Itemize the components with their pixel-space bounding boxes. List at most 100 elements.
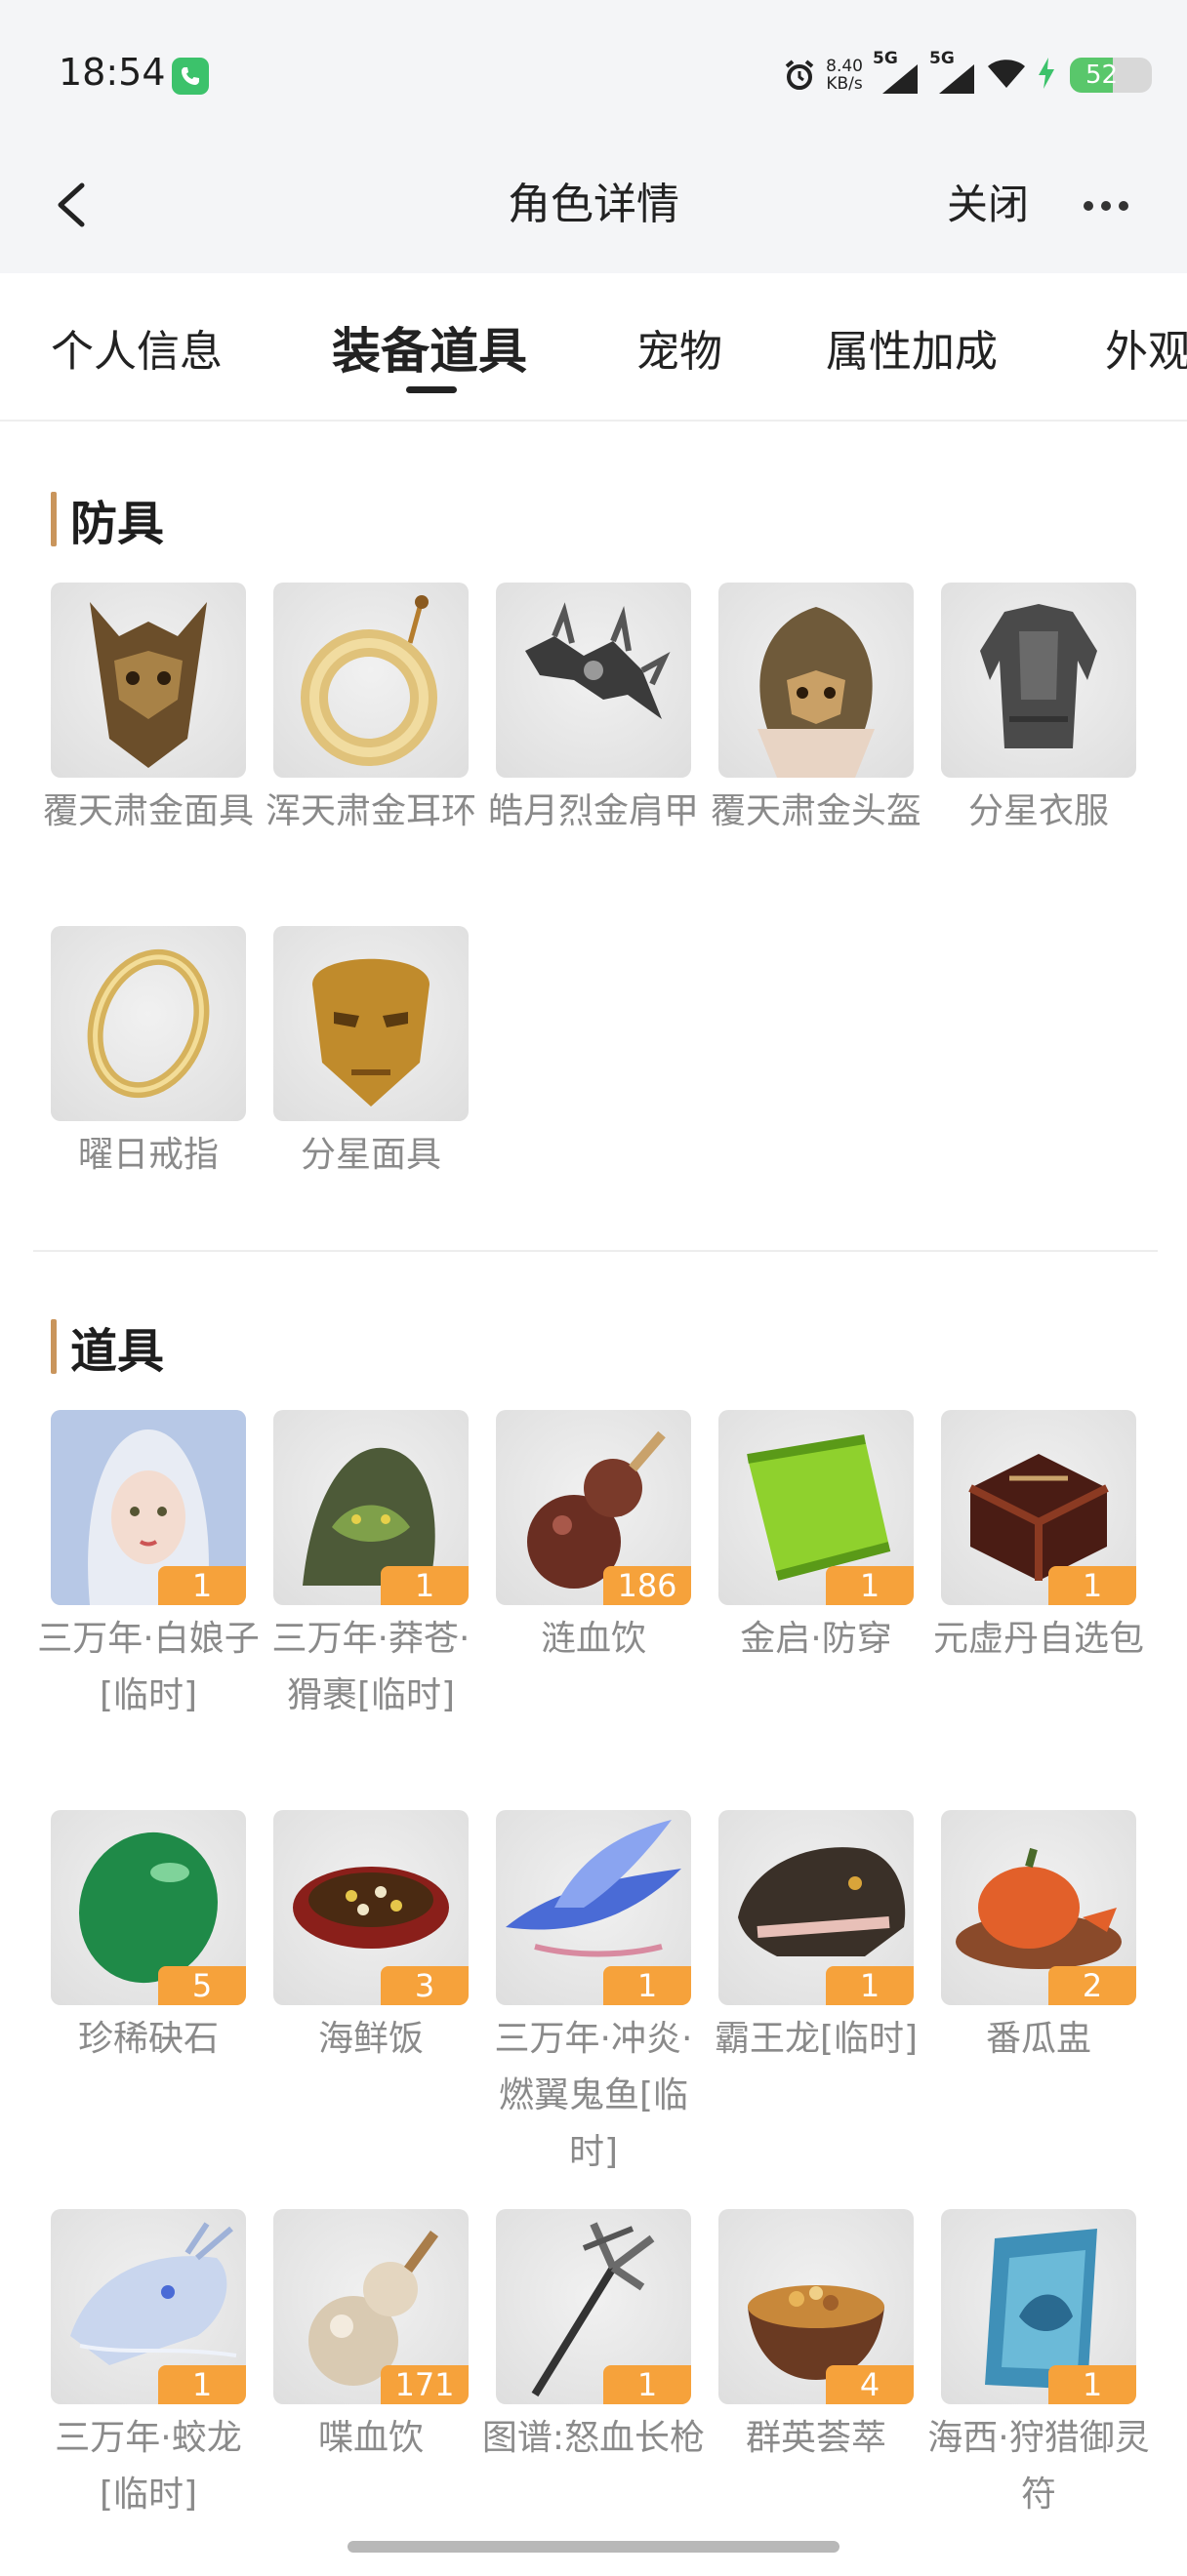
item-name: 覆天肃金头盔	[710, 791, 921, 831]
armor-item[interactable]: 皓月烈金肩甲	[488, 583, 699, 840]
armor-item[interactable]: 覆天肃金头盔	[711, 583, 921, 840]
winged-fish-icon: 1	[496, 1810, 691, 2005]
quantity-badge: 5	[158, 1966, 246, 2005]
quantity-badge: 1	[826, 1566, 914, 1605]
item-name: 浑天肃金耳环	[265, 791, 476, 831]
more-button[interactable]	[1084, 191, 1138, 221]
tab-pets[interactable]: 宠物	[636, 316, 722, 379]
trident-spear-icon: 1	[496, 2209, 691, 2404]
armor-item[interactable]: 曜日戒指	[51, 926, 246, 1184]
pale-gourd-icon: 171	[273, 2209, 469, 2404]
tab-appearance[interactable]: 外观	[1105, 316, 1187, 379]
gold-mask-icon	[273, 926, 469, 1121]
quantity-badge: 1	[603, 1966, 691, 2005]
item-name: 三万年·冲炎·燃翼鬼鱼[临时]	[494, 2019, 693, 2172]
accent-bar	[51, 1319, 57, 1374]
quantity-badge: 1	[1048, 2365, 1136, 2404]
spiked-shoulder-icon	[496, 583, 691, 778]
armor-item[interactable]: 分星面具	[273, 926, 469, 1184]
prop-item[interactable]: 2 番瓜盅	[941, 1810, 1136, 2068]
armor-item[interactable]: 分星衣服	[941, 583, 1136, 840]
prop-item[interactable]: 1 海西·狩猎御灵符	[927, 2209, 1150, 2523]
prop-item[interactable]: 1 金启·防穿	[718, 1410, 914, 1668]
item-name: 群英荟萃	[745, 2418, 886, 2458]
armor-item[interactable]: 浑天肃金耳环	[266, 583, 476, 840]
item-name: 金启·防穿	[740, 1619, 892, 1659]
item-name: 三万年·白娘子[临时]	[37, 1619, 260, 1715]
section-title-armor: 防具	[51, 490, 164, 551]
item-name: 皓月烈金肩甲	[487, 791, 699, 831]
quantity-badge: 1	[158, 2365, 246, 2404]
dark-armor-icon	[941, 583, 1136, 778]
nav-bar: 角色详情 关闭	[0, 146, 1187, 273]
prop-item[interactable]: 3 海鲜饭	[273, 1810, 469, 2068]
gold-ring-icon	[51, 926, 246, 1121]
tab-active-indicator	[406, 386, 457, 393]
call-icon	[172, 58, 209, 95]
tab-equipment-items[interactable]: 装备道具	[332, 312, 527, 382]
armor-item[interactable]: 覆天肃金面具	[43, 583, 254, 840]
charging-icon	[1037, 57, 1056, 94]
prop-item[interactable]: 1 三万年·蛟龙[临时]	[51, 2209, 246, 2523]
prop-item[interactable]: 1 元虚丹自选包	[933, 1410, 1144, 1668]
green-stone-icon: 5	[51, 1810, 246, 2005]
quantity-badge: 171	[381, 2365, 469, 2404]
wifi-icon	[986, 57, 1027, 94]
tab-attribute-bonus[interactable]: 属性加成	[826, 316, 998, 379]
section-title-text: 防具	[70, 497, 165, 551]
home-indicator[interactable]	[348, 2541, 839, 2553]
quantity-badge: 1	[381, 1566, 469, 1605]
item-name: 番瓜盅	[985, 2019, 1091, 2059]
item-name: 三万年·莽苍·猾裹[临时]	[271, 1619, 471, 1715]
item-name: 海鲜饭	[317, 2019, 424, 2059]
green-scroll-icon: 1	[718, 1410, 914, 1605]
prop-item[interactable]: 1 三万年·白娘子[临时]	[37, 1410, 260, 1724]
prop-item[interactable]: 1 三万年·莽苍·猾裹[临时]	[272, 1410, 470, 1724]
quantity-badge: 1	[603, 2365, 691, 2404]
net-speed-unit: KB/s	[826, 74, 863, 94]
blue-card-icon: 1	[941, 2209, 1136, 2404]
item-name: 图谱:怒血长枪	[481, 2418, 706, 2458]
tab-bar: 个人信息 装备道具 宠物 属性加成 外观	[0, 273, 1187, 422]
prop-item[interactable]: 186 涟血饮	[496, 1410, 691, 1668]
quantity-badge: 186	[603, 1566, 691, 1605]
status-icons: 8.40 KB/s 5G 5G 52	[783, 49, 1152, 98]
lacquer-box-icon: 1	[941, 1410, 1136, 1605]
item-name: 三万年·蛟龙[临时]	[55, 2418, 242, 2515]
item-name: 覆天肃金面具	[42, 791, 254, 831]
item-name: 霸王龙[临时]	[714, 2019, 919, 2059]
quantity-badge: 1	[1048, 1566, 1136, 1605]
item-name: 分星衣服	[967, 791, 1109, 831]
item-name: 海西·狩猎御灵符	[927, 2418, 1150, 2515]
quantity-badge: 1	[158, 1566, 246, 1605]
item-name: 分星面具	[300, 1135, 441, 1175]
pumpkin-bowl-icon: 2	[941, 1810, 1136, 2005]
accent-bar	[51, 492, 57, 546]
prop-item[interactable]: 1 霸王龙[临时]	[715, 1810, 918, 2068]
item-name: 涟血饮	[540, 1619, 646, 1659]
prop-item[interactable]: 171 喋血饮	[273, 2209, 469, 2467]
signal-icon: 5G	[929, 49, 976, 98]
alarm-icon	[783, 59, 816, 92]
seafood-rice-icon: 3	[273, 1810, 469, 2005]
beast-icon: 1	[273, 1410, 469, 1605]
section-title-text: 道具	[70, 1324, 165, 1379]
food-bowl-icon: 4	[718, 2209, 914, 2404]
dark-gourd-icon: 186	[496, 1410, 691, 1605]
signal-icon: 5G	[873, 49, 920, 98]
bronze-helmet-icon	[718, 583, 914, 778]
battery-icon: 52	[1070, 58, 1152, 93]
item-name: 曜日戒指	[77, 1135, 219, 1175]
section-title-props: 道具	[51, 1317, 164, 1379]
close-button[interactable]: 关闭	[947, 166, 1029, 244]
prop-item[interactable]: 1 图谱:怒血长枪	[482, 2209, 705, 2467]
net-speed: 8.40 KB/s	[826, 58, 863, 93]
prop-item[interactable]: 5 珍稀砄石	[51, 1810, 246, 2068]
tab-personal-info[interactable]: 个人信息	[51, 316, 223, 379]
item-name: 喋血饮	[317, 2418, 424, 2458]
prop-item[interactable]: 1 三万年·冲炎·燃翼鬼鱼[临时]	[495, 1810, 692, 2181]
prop-item[interactable]: 4 群英荟萃	[718, 2209, 914, 2467]
section-divider	[33, 1250, 1158, 1252]
more-dots-icon	[1084, 201, 1093, 211]
quantity-badge: 3	[381, 1966, 469, 2005]
